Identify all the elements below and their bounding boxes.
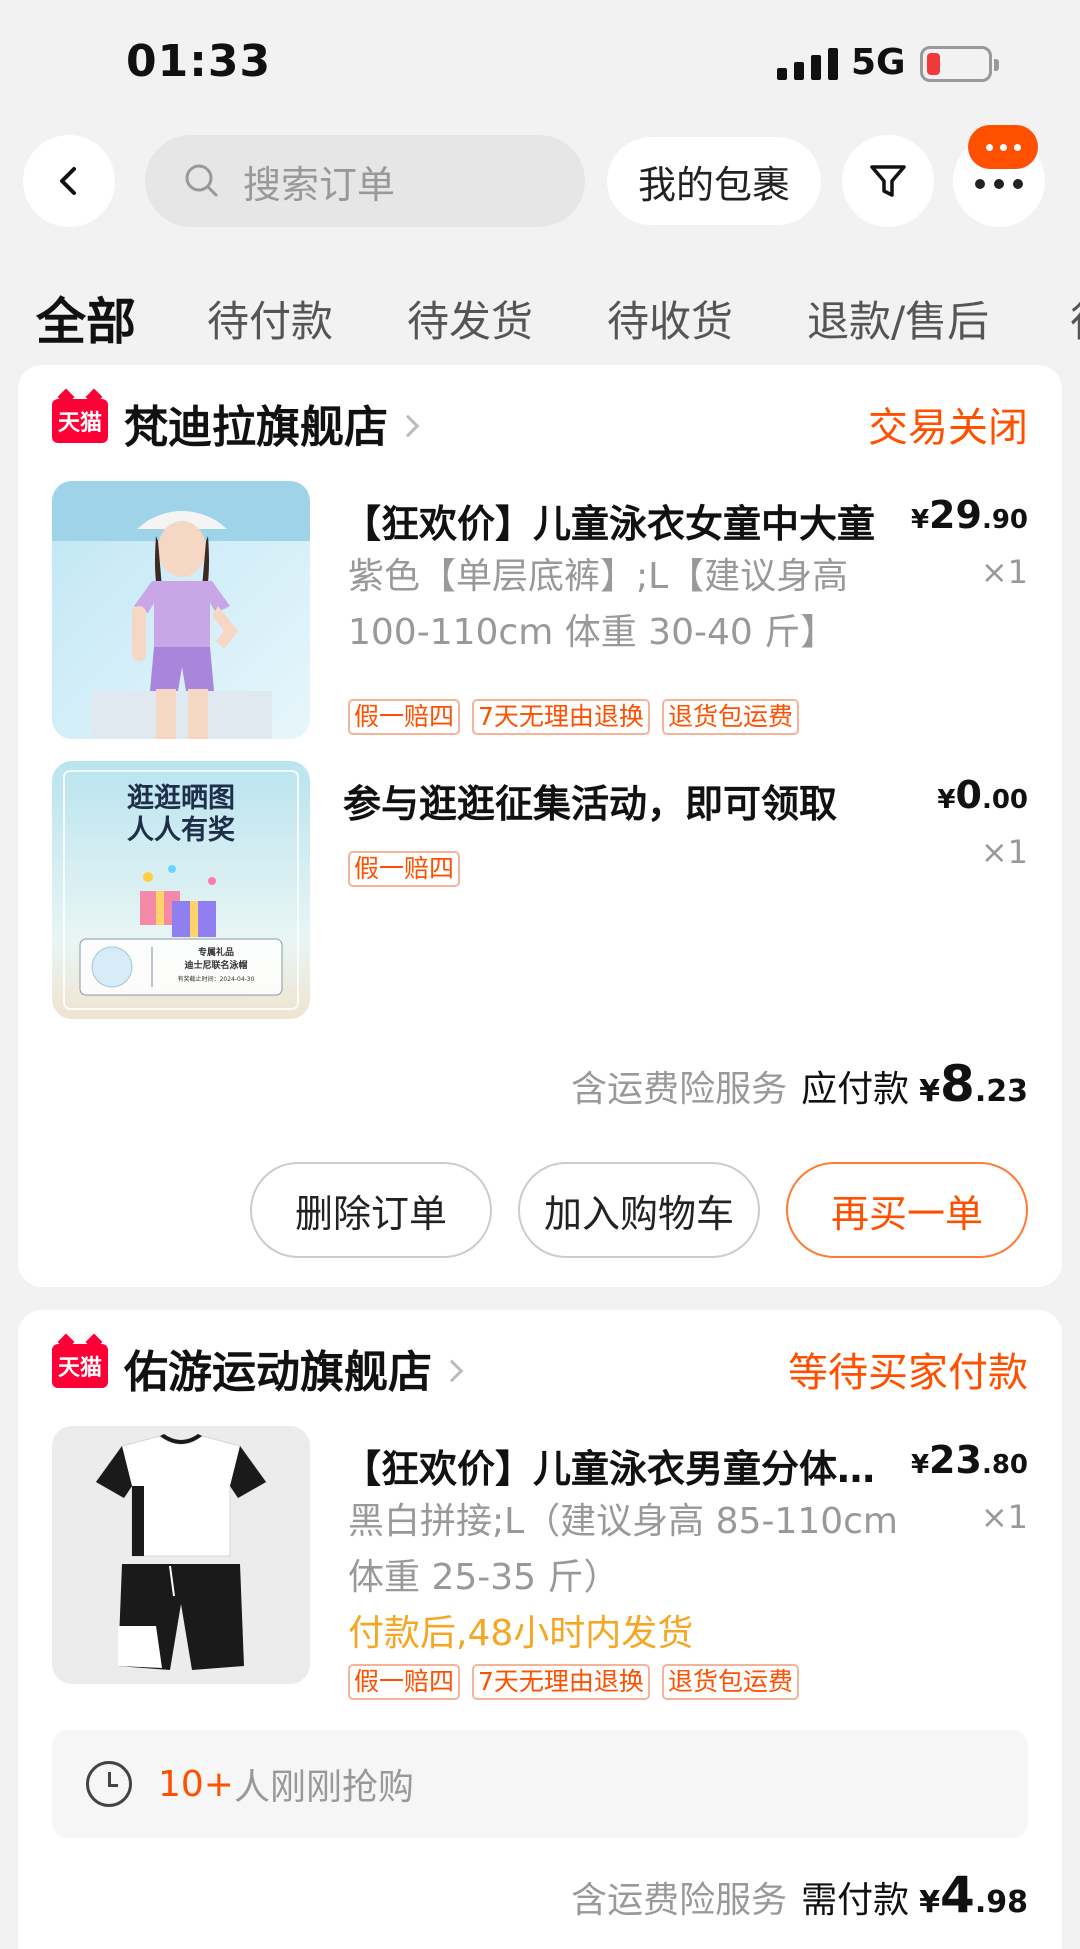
shop-name[interactable]: 佑游运动旗舰店 (124, 1336, 464, 1400)
top-nav: 搜索订单 我的包裹 (0, 130, 1080, 230)
service-tag: 7天无理由退换 (472, 1664, 650, 1700)
amount-due-label: 应付款 (801, 1069, 910, 1110)
order-status: 等待买家付款 (788, 1350, 1028, 1396)
status-bar: 01:33 5G (0, 0, 1080, 120)
order-actions: 删除订单 加入购物车 再买一单 (18, 1162, 1062, 1258)
tab-pending-receipt[interactable]: 待收货 (607, 288, 733, 349)
shop-header[interactable]: 天猫 梵迪拉旗舰店 交易关闭 (18, 365, 1062, 475)
search-input[interactable]: 搜索订单 (145, 135, 585, 227)
promo-gift-text: 专属礼品 迪士尼联名泳帽 有奖截止时间：2024-04-30 (177, 948, 255, 983)
buy-again-button[interactable]: 再买一单 (786, 1162, 1028, 1258)
product-price: ¥29.90 (910, 493, 1028, 537)
order-card[interactable]: 天猫 佑游运动旗舰店 等待买家付款 【狂欢价】儿童泳衣男童分体套装 ¥23.80… (18, 1310, 1062, 1949)
product-sku: 黑白拼接;L（建议身高 85-110cm 体重 25-35 斤） (348, 1501, 899, 1598)
product-image[interactable]: 逛逛晒图 人人有奖 专属礼品 迪士尼联名泳帽 有奖截止时间：2024-04-30 (52, 761, 310, 1019)
shipping-insurance-label: 含运费险服务 (571, 1069, 788, 1110)
service-tag: 假一赔四 (348, 851, 461, 887)
tmall-logo: 天猫 (52, 399, 108, 443)
product-price: ¥0.00 (937, 773, 1028, 817)
order-total: 含运费险服务 应付款 ¥8.23 (571, 1055, 1028, 1113)
order-tabs: 全部 待付款 待发货 待收货 退款/售后 待 (0, 280, 1080, 360)
order-status: 交易关闭 (868, 405, 1028, 451)
amount-due-label: 需付款 (801, 1880, 910, 1921)
shop-name-text: 梵迪拉旗舰店 (124, 402, 388, 453)
shop-name[interactable]: 梵迪拉旗舰店 (124, 391, 420, 455)
social-proof-banner: 10+ 人刚刚抢购 (52, 1730, 1028, 1838)
service-tags: 假一赔四 (348, 851, 461, 887)
service-tags: 假一赔四 7天无理由退换 退货包运费 (348, 1664, 799, 1700)
shop-header[interactable]: 天猫 佑游运动旗舰店 等待买家付款 (18, 1310, 1062, 1420)
add-to-cart-button[interactable]: 加入购物车 (518, 1162, 760, 1258)
search-icon (185, 164, 218, 197)
service-tags: 假一赔四 7天无理由退换 退货包运费 (348, 699, 799, 735)
chevron-right-icon (396, 414, 420, 438)
product-quantity: ×1 (980, 833, 1028, 871)
tab-pending-shipment[interactable]: 待发货 (407, 288, 533, 349)
tab-overflow[interactable]: 待 (1070, 288, 1080, 349)
shop-name-text: 佑游运动旗舰店 (124, 1347, 432, 1398)
order-item[interactable]: 逛逛晒图 人人有奖 专属礼品 迪士尼联名泳帽 有奖截止时间：2024-04-30… (18, 761, 1062, 1021)
order-card[interactable]: 天猫 梵迪拉旗舰店 交易关闭 【狂欢价】儿童泳衣女童中大童 ¥29.90 ×1 … (18, 365, 1062, 1287)
service-tag: 退货包运费 (661, 1664, 799, 1700)
buyer-count: 10+ (158, 1763, 234, 1805)
product-title[interactable]: 【狂欢价】儿童泳衣男童分体套装 (343, 1438, 903, 1493)
product-price: ¥23.80 (910, 1438, 1028, 1482)
product-image[interactable] (52, 481, 310, 739)
order-total: 含运费险服务 需付款 ¥4.98 (571, 1866, 1028, 1924)
message-badge[interactable] (968, 125, 1038, 169)
product-quantity: ×1 (980, 1498, 1028, 1536)
service-tag: 退货包运费 (661, 699, 799, 735)
network-type: 5G (851, 42, 906, 83)
buyer-text: 人刚刚抢购 (233, 1767, 414, 1808)
status-time: 01:33 (126, 36, 272, 87)
battery-icon (920, 46, 999, 82)
service-tag: 假一赔四 (348, 699, 461, 735)
chevron-right-icon (440, 1359, 464, 1383)
tab-refund[interactable]: 退款/售后 (807, 288, 989, 349)
shipping-insurance-label: 含运费险服务 (571, 1880, 788, 1921)
tmall-logo: 天猫 (52, 1344, 108, 1388)
filter-button[interactable] (842, 135, 934, 227)
more-icon (975, 179, 1023, 189)
shipping-hint: 付款后,48小时内发货 (348, 1613, 694, 1654)
my-packages-button[interactable]: 我的包裹 (607, 137, 821, 225)
chevron-left-icon (60, 167, 76, 195)
product-image[interactable] (52, 1426, 310, 1684)
signal-icon (777, 48, 838, 80)
order-item[interactable]: 【狂欢价】儿童泳衣女童中大童 ¥29.90 ×1 紫色【单层底裤】;L【建议身高… (18, 481, 1062, 741)
product-sku: 紫色【单层底裤】;L【建议身高 100-110cm 体重 30-40 斤】 (348, 556, 849, 653)
promo-headline: 逛逛晒图 人人有奖 (127, 783, 235, 846)
tab-pending-payment[interactable]: 待付款 (207, 288, 333, 349)
filter-icon (870, 165, 906, 197)
tab-all[interactable]: 全部 (36, 282, 136, 354)
order-item[interactable]: 【狂欢价】儿童泳衣男童分体套装 ¥23.80 ×1 黑白拼接;L（建议身高 85… (18, 1426, 1062, 1700)
product-title[interactable]: 【狂欢价】儿童泳衣女童中大童 (343, 493, 903, 548)
delete-order-button[interactable]: 删除订单 (250, 1162, 492, 1258)
clock-icon (86, 1761, 132, 1807)
back-button[interactable] (23, 135, 115, 227)
product-title[interactable]: 参与逛逛征集活动，即可领取 (343, 773, 903, 828)
service-tag: 假一赔四 (348, 1664, 461, 1700)
search-placeholder: 搜索订单 (243, 162, 396, 207)
product-quantity: ×1 (980, 553, 1028, 591)
service-tag: 7天无理由退换 (472, 699, 650, 735)
